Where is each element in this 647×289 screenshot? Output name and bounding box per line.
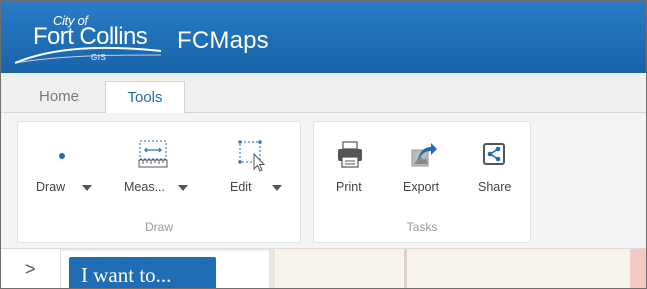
print-button[interactable]: Print <box>322 134 378 196</box>
edit-select-icon <box>234 138 268 177</box>
expand-panel-button[interactable]: > <box>1 249 61 288</box>
draw-label: Draw <box>36 180 66 194</box>
app-window: City of Fort Collins GIS FCMaps Home Too… <box>0 0 647 289</box>
content-area: > I want to... <box>1 248 646 288</box>
printer-icon <box>333 138 367 177</box>
app-header: City of Fort Collins GIS FCMaps <box>1 1 646 73</box>
ribbon-tabs: Home Tools <box>1 73 646 114</box>
share-button[interactable]: Share <box>464 134 524 196</box>
export-button[interactable]: Export <box>390 134 456 196</box>
measure-label: Meas... <box>124 180 165 194</box>
draw-group-label: Draw <box>144 220 173 234</box>
share-label: Share <box>478 180 512 194</box>
city-logo[interactable]: City of Fort Collins GIS <box>13 9 177 69</box>
print-label: Print <box>336 180 362 194</box>
map-area <box>630 249 646 288</box>
draw-button[interactable]: Draw <box>18 134 106 196</box>
tab-tools[interactable]: Tools <box>105 81 185 114</box>
edit-button[interactable]: Edit <box>204 134 298 196</box>
tasks-group-label: Tasks <box>406 220 438 234</box>
draw-group: Draw Meas... Edit Draw <box>17 121 301 243</box>
point-icon <box>47 138 77 173</box>
chevron-right-icon: > <box>25 259 36 279</box>
logo-swoosh-icon <box>14 46 162 64</box>
tasks-group: Print Export Share Tasks <box>313 121 531 243</box>
tab-home[interactable]: Home <box>21 81 97 113</box>
export-icon <box>406 138 440 177</box>
map-road <box>404 249 407 288</box>
ribbon-panel: Draw Meas... Edit Draw Print Export Shar… <box>1 113 646 248</box>
chevron-down-icon[interactable] <box>82 185 92 191</box>
map-road <box>269 249 275 288</box>
share-icon <box>477 138 511 177</box>
map-view[interactable] <box>269 249 646 288</box>
i-want-to-button[interactable]: I want to... <box>69 257 216 288</box>
panel-divider <box>61 249 269 251</box>
logo-gis: GIS <box>91 53 107 62</box>
edit-label: Edit <box>230 180 252 194</box>
export-label: Export <box>403 180 440 194</box>
chevron-down-icon[interactable] <box>178 185 188 191</box>
chevron-down-icon[interactable] <box>272 185 282 191</box>
app-title: FCMaps <box>177 27 269 54</box>
measure-button[interactable]: Meas... <box>106 134 200 196</box>
measure-icon <box>136 138 170 177</box>
